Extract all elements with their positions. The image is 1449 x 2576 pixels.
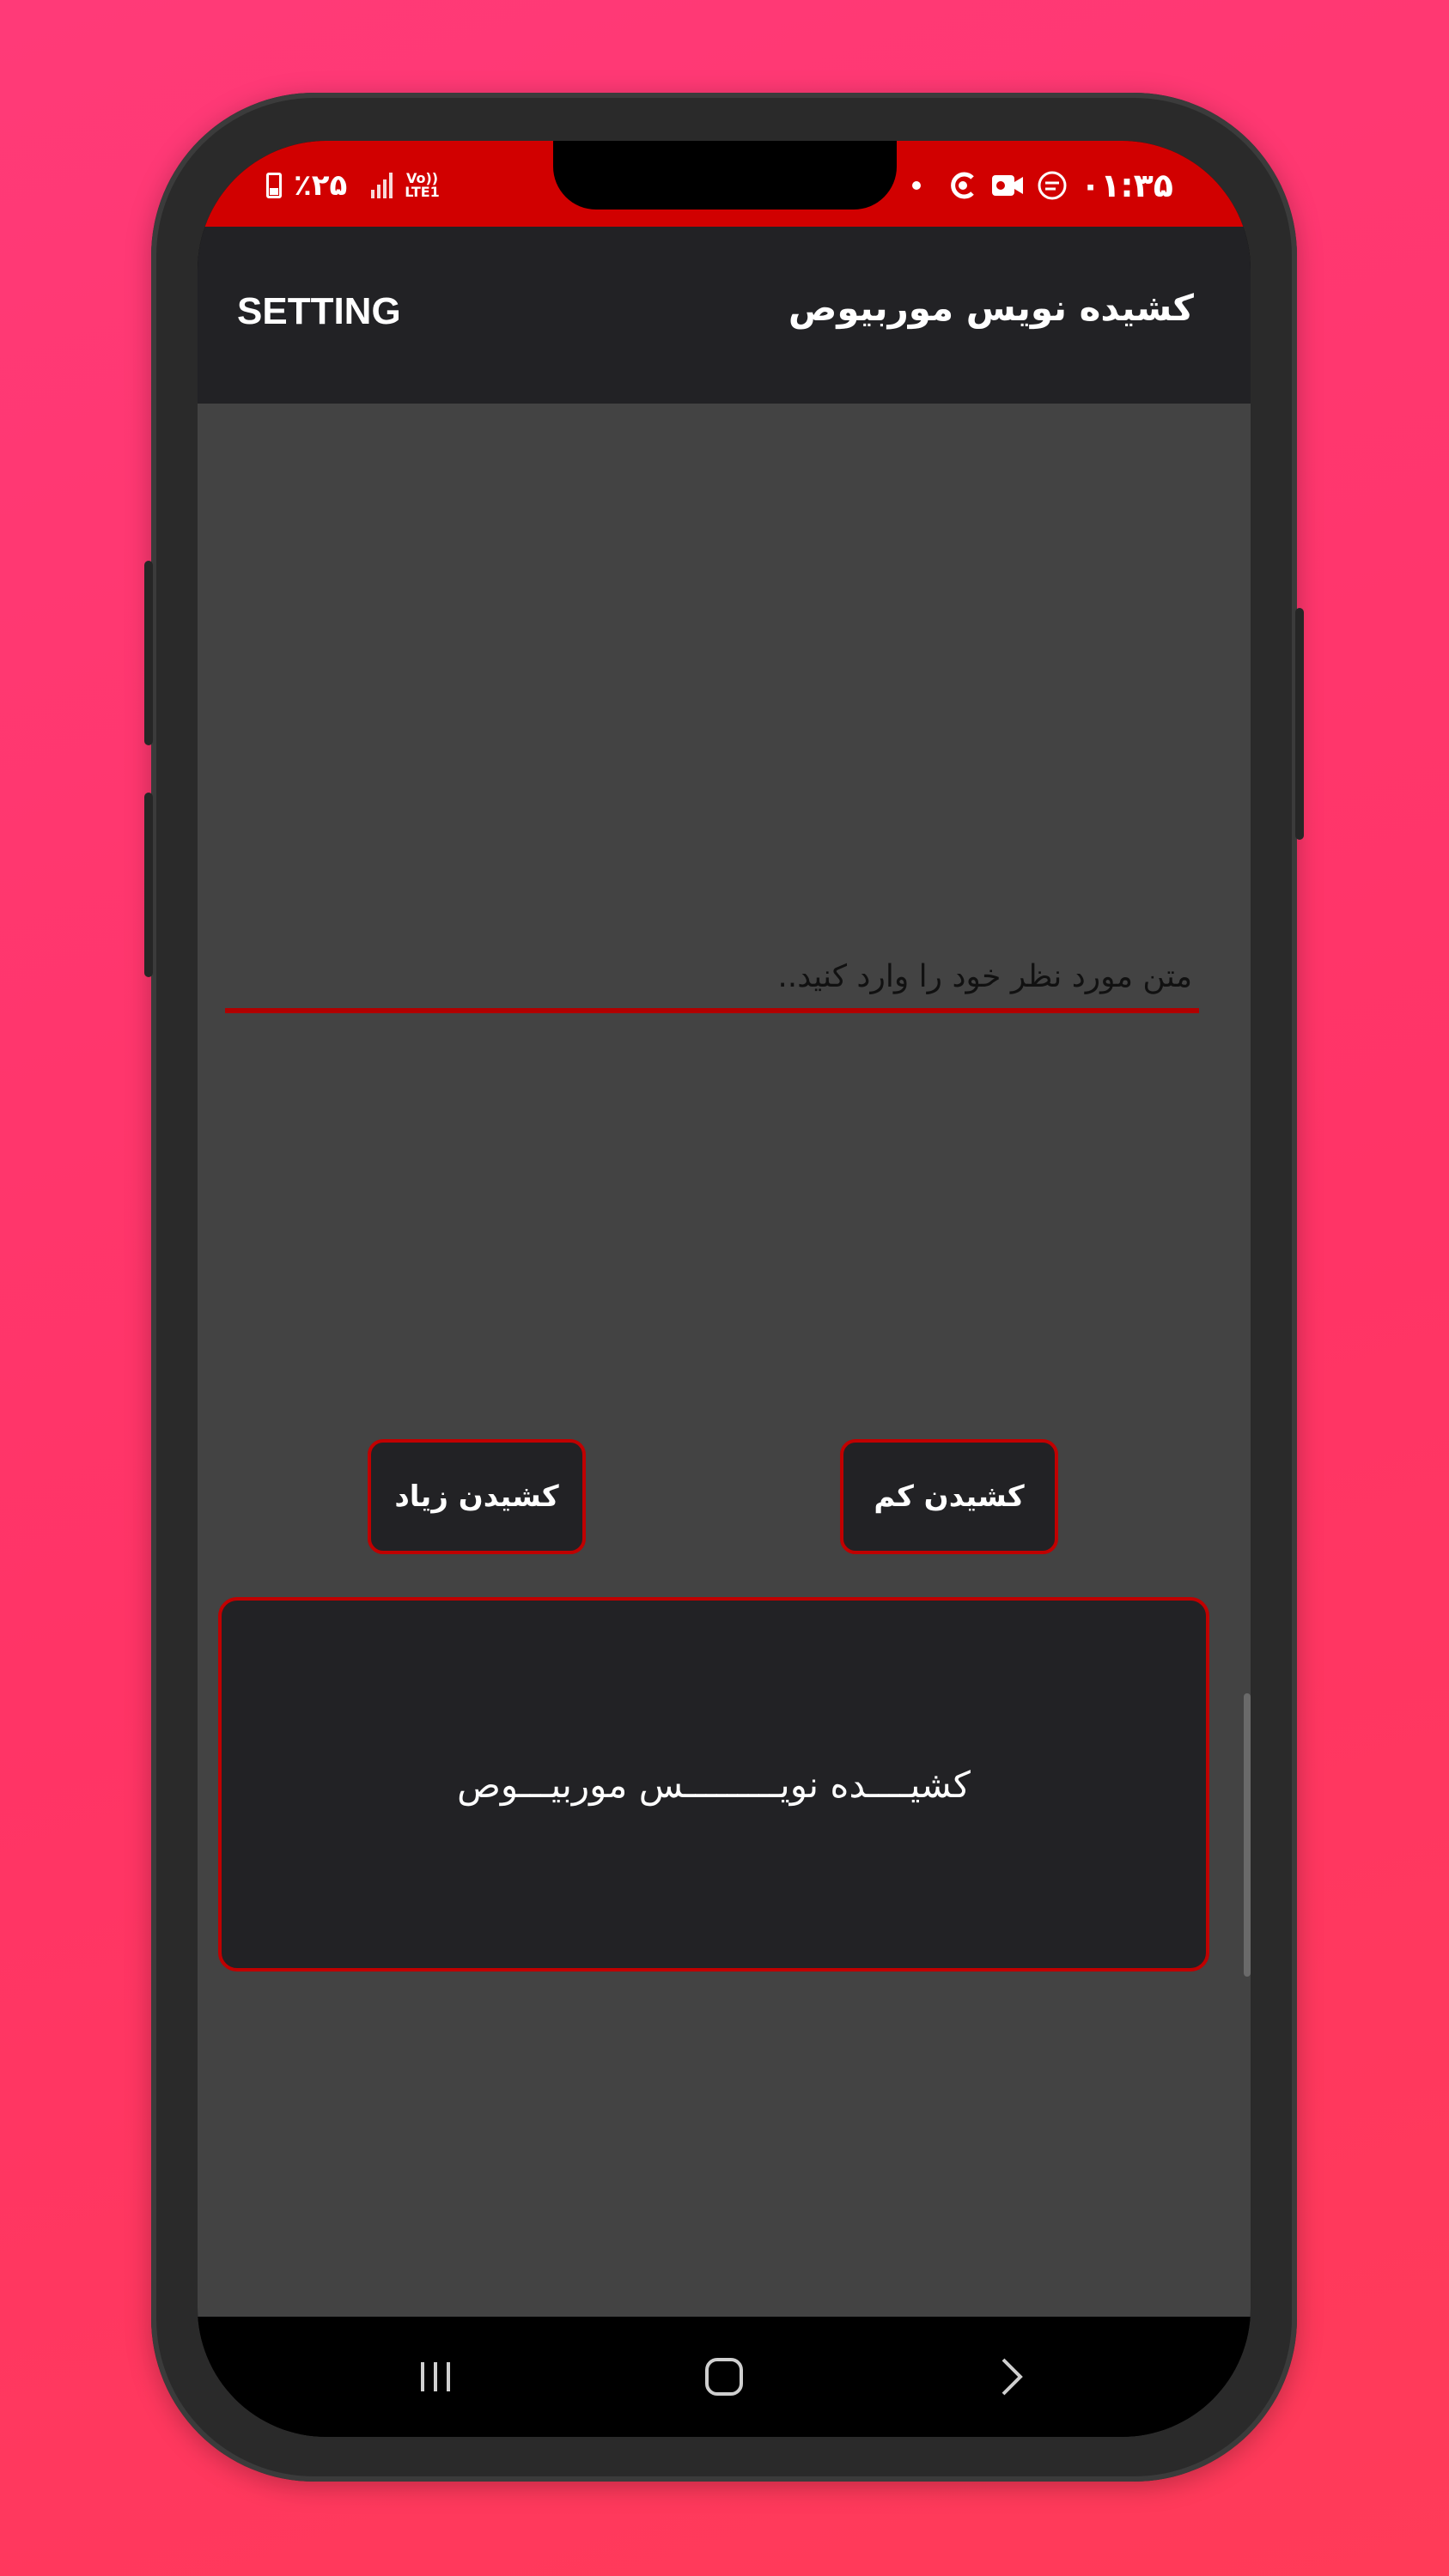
main-content: کشیدن زیاد کشیدن کم کشیــــده نویـــــــ… <box>198 404 1251 2317</box>
status-time: ۰۱:۳۵ <box>1081 167 1173 204</box>
lte-label: LTE1 <box>405 184 440 200</box>
power-button <box>1295 608 1304 840</box>
app-notification-icon <box>947 169 979 202</box>
video-recorder-icon <box>991 169 1024 202</box>
stretch-more-button[interactable]: کشیدن زیاد <box>368 1439 586 1554</box>
recents-icon[interactable] <box>401 2342 470 2411</box>
phone-screen: ٪۲۵ Vo)) LTE1 ۰۱:۳۵ SETTING کشیده نویس م… <box>198 141 1251 2437</box>
volume-down-button <box>144 793 153 977</box>
network-indicator: Vo)) LTE1 <box>405 172 440 199</box>
notification-dot-icon <box>912 181 922 190</box>
signal-icon <box>371 173 393 198</box>
phone-frame: ٪۲۵ Vo)) LTE1 ۰۱:۳۵ SETTING کشیده نویس م… <box>144 93 1304 2482</box>
battery-percent: ٪۲۵ <box>294 168 348 203</box>
status-left-group: ٪۲۵ Vo)) LTE1 <box>266 160 440 211</box>
home-icon[interactable] <box>690 2342 758 2411</box>
status-bar: ٪۲۵ Vo)) LTE1 ۰۱:۳۵ <box>198 141 1251 227</box>
scrollbar[interactable] <box>1244 1693 1251 1977</box>
navigation-bar <box>198 2317 1251 2437</box>
output-box[interactable]: کشیــــده نویـــــــــس موربیـــوص <box>218 1597 1209 1971</box>
battery-icon <box>266 173 282 198</box>
status-right-group: ۰۱:۳۵ <box>912 160 1173 211</box>
stretch-less-button[interactable]: کشیدن کم <box>840 1439 1058 1554</box>
text-input-container <box>225 945 1199 1013</box>
app-title: کشیده نویس موربیوص <box>788 287 1194 329</box>
volume-up-button <box>144 561 153 745</box>
message-icon <box>1036 169 1068 202</box>
back-chevron-icon[interactable] <box>977 2342 1046 2411</box>
text-input[interactable] <box>225 945 1199 1008</box>
setting-button[interactable]: SETTING <box>237 290 401 333</box>
output-text: کشیــــده نویـــــــــس موربیـــوص <box>457 1763 971 1806</box>
app-bar: SETTING کشیده نویس موربیوص <box>198 227 1251 404</box>
camera-notch <box>553 141 897 210</box>
